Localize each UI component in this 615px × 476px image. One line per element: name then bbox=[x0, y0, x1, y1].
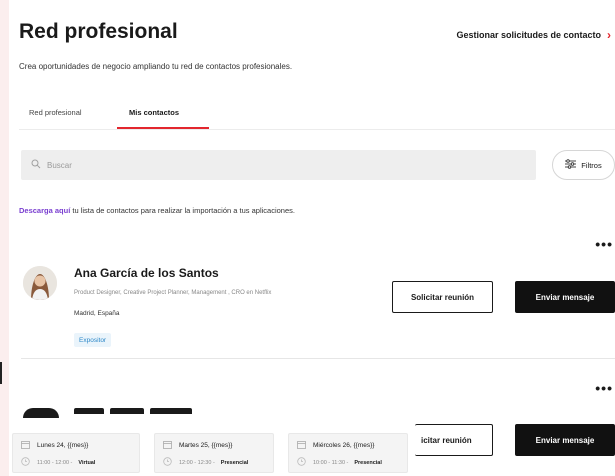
contact-name[interactable]: Ana García de los Santos bbox=[74, 266, 219, 280]
calendar-icon bbox=[21, 440, 31, 451]
manage-requests-label: Gestionar solicitudes de contacto bbox=[456, 30, 601, 40]
manage-requests-link[interactable]: Gestionar solicitudes de contacto › bbox=[456, 28, 611, 42]
tab-mis-contactos[interactable]: Mis contactos bbox=[129, 108, 179, 117]
contact-location: Madrid, España bbox=[74, 310, 120, 317]
professional-network-page: Red profesional Gestionar solicitudes de… bbox=[9, 0, 615, 476]
meeting-date: Lunes 24, {{mes}} bbox=[37, 442, 89, 449]
meeting-time: 10:00 - 11:30 - bbox=[313, 459, 349, 466]
status-badge: Expositor bbox=[74, 333, 112, 347]
clock-icon bbox=[21, 457, 31, 468]
meeting-slot[interactable]: Martes 25, {{mes}} 12:00 - 12:30 - Prese… bbox=[154, 433, 274, 473]
page-title: Red profesional bbox=[19, 20, 178, 43]
meeting-time: 11:00 - 12:00 - bbox=[37, 459, 73, 466]
meeting-mode: Virtual bbox=[78, 459, 96, 466]
chevron-right-icon: › bbox=[607, 28, 611, 42]
meeting-slot[interactable]: Miércoles 26, {{mes}} 10:00 - 11:30 - Pr… bbox=[288, 433, 408, 473]
meeting-slots-container: Lunes 24, {{mes}} 11:00 - 12:00 - Virtua… bbox=[0, 416, 410, 476]
more-options-icon[interactable]: ••• bbox=[595, 380, 613, 396]
sliders-icon bbox=[565, 159, 577, 171]
tab-red-profesional[interactable]: Red profesional bbox=[29, 108, 82, 117]
calendar-icon bbox=[163, 440, 173, 451]
download-rest: tu lista de contactos para realizar la i… bbox=[70, 206, 295, 215]
download-link[interactable]: Descarga aquí bbox=[19, 206, 70, 215]
search-placeholder: Buscar bbox=[47, 160, 72, 170]
filters-label: Filtros bbox=[581, 160, 602, 170]
clock-icon bbox=[297, 457, 307, 468]
send-message-button[interactable]: Enviar mensaje bbox=[515, 281, 615, 313]
page-subtitle: Crea oportunidades de negocio ampliando … bbox=[19, 62, 293, 71]
contact-name-partial bbox=[74, 408, 194, 414]
calendar-icon bbox=[297, 440, 307, 451]
meeting-date: Miércoles 26, {{mes}} bbox=[313, 442, 375, 449]
tabs-bar: Red profesional Mis contactos bbox=[19, 100, 615, 130]
meeting-time: 12:00 - 12:30 - bbox=[179, 459, 215, 466]
contact-role: Product Designer, Creative Project Plann… bbox=[74, 290, 272, 296]
meeting-date: Martes 25, {{mes}} bbox=[179, 442, 233, 449]
clock-icon bbox=[163, 457, 173, 468]
filters-button[interactable]: Filtros bbox=[552, 150, 615, 180]
meeting-slots-panel: Lunes 24, {{mes}} 11:00 - 12:00 - Virtua… bbox=[0, 416, 615, 476]
search-input[interactable]: Buscar bbox=[21, 150, 536, 180]
meeting-slot[interactable]: Lunes 24, {{mes}} 11:00 - 12:00 - Virtua… bbox=[12, 433, 140, 473]
overlay-edge bbox=[0, 362, 2, 384]
divider bbox=[21, 358, 615, 359]
more-options-icon[interactable]: ••• bbox=[595, 236, 613, 252]
meeting-mode: Presencial bbox=[220, 459, 249, 466]
active-tab-indicator bbox=[117, 127, 209, 129]
meeting-mode: Presencial bbox=[354, 459, 382, 466]
request-meeting-button[interactable]: Solicitar reunión bbox=[392, 281, 493, 313]
avatar bbox=[23, 266, 57, 300]
search-icon bbox=[31, 159, 41, 171]
download-text: Descarga aquí tu lista de contactos para… bbox=[19, 206, 295, 215]
